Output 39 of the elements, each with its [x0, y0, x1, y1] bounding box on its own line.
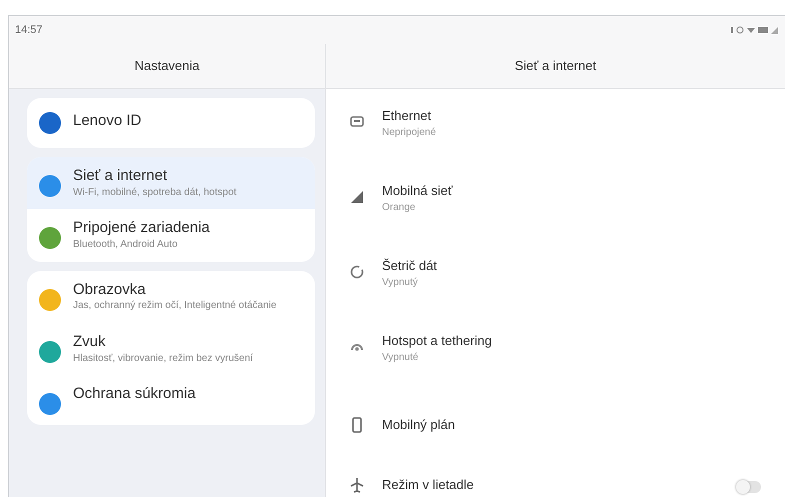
sidebar-item[interactable]: Lenovo ID [27, 98, 315, 148]
sidebar-item[interactable]: Sieť a internet Wi-Fi, mobilné, spotreba dát, hotspot [27, 157, 315, 210]
settings-item[interactable]: Režim v lietadle [348, 455, 785, 497]
page-title: Sieť a internet [514, 57, 598, 76]
data-saver-icon [348, 263, 366, 281]
item-title: Pripojené zariadenia [73, 219, 210, 238]
item-subtitle: Bluetooth, Android Auto [73, 238, 179, 252]
item-subtitle: Hlasitosť, vibrovanie, režim bez vyrušení [73, 352, 253, 365]
item-subtitle: Jas, ochranný režim očí, Inteligentné otáčanie [73, 299, 276, 313]
settings-item[interactable]: Mobilný plán [348, 395, 785, 455]
item-title: Lenovo ID [73, 112, 142, 131]
item-title: Sieť a internet [73, 167, 168, 186]
item-title: Mobilný plán [382, 416, 455, 434]
item-title: Mobilná sieť [382, 182, 453, 200]
item-title: Režim v lietadle [382, 476, 474, 494]
sidebar-item[interactable]: Zvuk Hlasitosť, vibrovanie, režim bez vyrušení [27, 322, 315, 375]
settings-item[interactable]: Ethernet Nepripojené [348, 95, 785, 170]
panel-title: Nastavenia [9, 44, 326, 88]
item-title: Zvuk [73, 332, 107, 352]
status-icons [731, 25, 779, 35]
item-subtitle: Nepripojené [382, 126, 436, 140]
item-title: Šetrič dát [382, 257, 437, 275]
item-subtitle: Wi-Fi, mobilné, spotreba dát, hotspot [73, 186, 236, 200]
item-title: Obrazovka [73, 280, 147, 300]
airplane-icon [348, 476, 366, 494]
sidebar-item[interactable]: Obrazovka Jas, ochranný režim očí, Inteligentné otáčanie [27, 270, 315, 323]
settings-item[interactable]: Hotspot a tethering Vypnuté [348, 320, 785, 395]
settings-item[interactable]: Mobilná sieť Orange [348, 170, 785, 245]
item-subtitle: Vypnuté [382, 350, 420, 365]
status-time: 14:57 [15, 22, 43, 38]
item-title: Ochrana súkromia [73, 385, 196, 404]
settings-item[interactable]: Šetrič dát Vypnutý [348, 245, 785, 320]
toggle-switch[interactable] [737, 481, 761, 493]
item-subtitle: Vypnutý [382, 276, 419, 290]
sidebar-item[interactable]: Pripojené zariadenia Bluetooth, Android Auto [27, 209, 315, 262]
item-subtitle: Orange [382, 200, 416, 215]
item-title: Ethernet [382, 107, 432, 125]
item-title: Hotspot a tethering [382, 332, 492, 350]
sidebar-item[interactable]: Ochrana súkromia [27, 375, 315, 425]
